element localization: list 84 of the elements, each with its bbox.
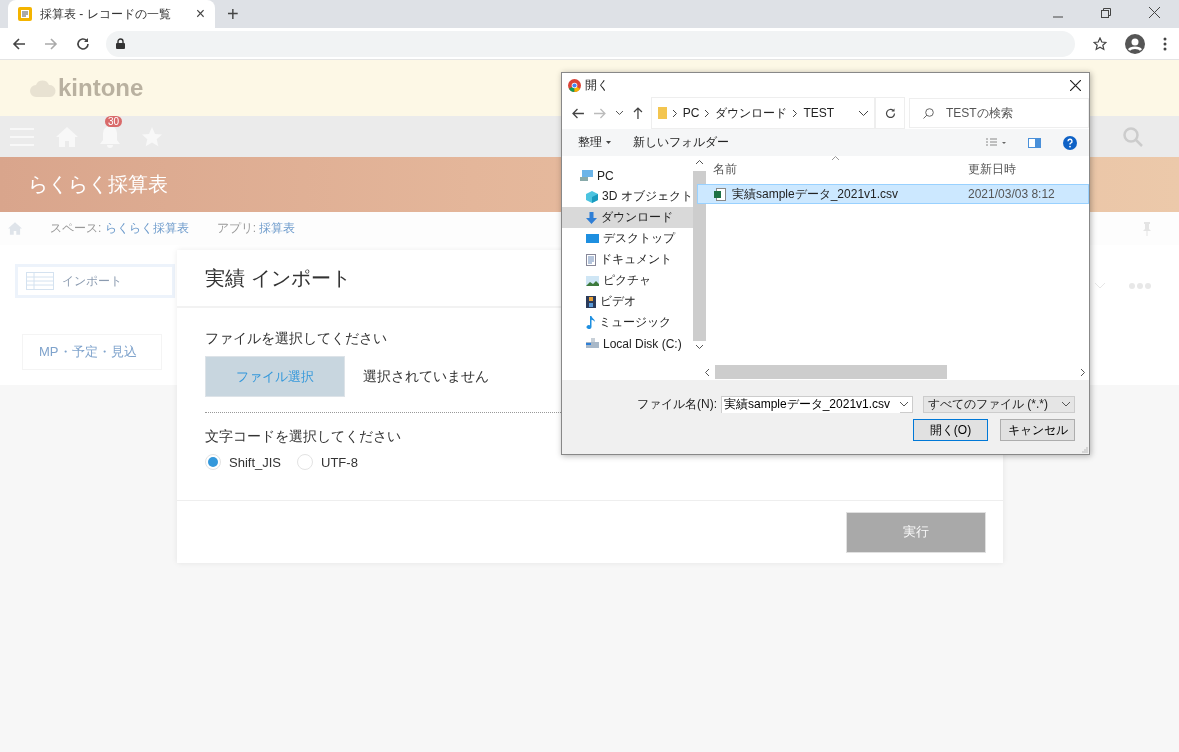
address-field[interactable] — [106, 30, 1075, 57]
file-row[interactable]: 実績sampleデータ_2021v1.csv 2021/03/03 8:12 — [697, 184, 1089, 204]
file-status: 選択されていません — [363, 367, 489, 386]
chevron-down-icon[interactable] — [859, 110, 869, 116]
cube-icon — [586, 190, 598, 203]
dialog-button[interactable]: キャンセル — [1000, 419, 1075, 441]
help-icon[interactable] — [1063, 135, 1077, 150]
notification-badge: 30 — [105, 115, 123, 127]
sidebar-item[interactable]: デスクトップ — [562, 228, 693, 249]
desktop-icon — [586, 233, 599, 244]
folder-icon — [657, 107, 667, 119]
scroll-up-icon[interactable] — [695, 160, 703, 164]
filename-label: ファイル名(N): — [637, 396, 717, 413]
address-field[interactable]: PC ダウンロード TEST — [650, 97, 876, 129]
account-icon[interactable] — [1125, 33, 1145, 54]
browser-logo-icon — [568, 78, 581, 92]
film-icon — [586, 295, 596, 308]
chevron-down-icon[interactable] — [615, 111, 623, 115]
menu-icon[interactable] — [1163, 36, 1167, 51]
table-icon — [26, 272, 54, 290]
dialog-title: 実績 インポート — [205, 265, 351, 291]
tab-title: 採算表 - レコードの一覧 — [40, 5, 172, 23]
back-icon[interactable] — [12, 36, 26, 51]
drive-icon — [586, 338, 599, 349]
bell-icon[interactable] — [100, 125, 120, 148]
close-tab-button[interactable]: × — [195, 5, 205, 23]
file-label: ファイルを選択してください — [205, 329, 387, 348]
column-header[interactable]: 名前 — [713, 160, 968, 178]
path-segment[interactable]: PC — [682, 106, 700, 120]
chevron-right-icon — [793, 109, 798, 117]
close-icon[interactable] — [1070, 79, 1081, 91]
reload-icon[interactable] — [76, 36, 90, 51]
resize-grip-icon[interactable] — [1082, 447, 1088, 453]
refresh-button[interactable] — [875, 97, 905, 129]
browser-tab[interactable]: 採算表 - レコードの一覧 × — [8, 0, 215, 28]
chevron-right-icon — [672, 109, 677, 117]
sidebar-item[interactable]: ドキュメント — [562, 249, 693, 270]
chevron-right-icon — [705, 109, 710, 117]
space-title: らくらく採算表 — [28, 172, 168, 197]
encoding-label: 文字コードを選択してください — [205, 427, 401, 446]
restore-icon[interactable] — [1101, 8, 1111, 18]
search-icon — [923, 108, 934, 119]
landscape-icon — [586, 275, 599, 286]
scroll-right-icon[interactable] — [1081, 368, 1085, 376]
kintone-logo: kintone — [58, 74, 144, 102]
new-tab-button[interactable]: + — [227, 3, 239, 25]
sidebar-item[interactable]: PC — [562, 165, 693, 186]
chevron-down-icon[interactable] — [1062, 402, 1070, 407]
sidebar-item[interactable]: 3D オブジェクト — [562, 186, 693, 207]
dialog-button[interactable]: 開く(O) — [913, 419, 988, 441]
search-field[interactable]: TESTの検索 — [909, 98, 1089, 128]
caret-icon — [606, 141, 611, 144]
down-arrow-icon — [586, 211, 597, 224]
chevron-down-icon[interactable] — [900, 402, 908, 407]
radio-label: UTF-8 — [321, 454, 358, 470]
sidebar-item[interactable]: Local Disk (C:) — [562, 333, 693, 354]
organize-menu[interactable]: 整理 — [578, 134, 611, 151]
spreadsheet-file-icon — [714, 187, 726, 201]
up-arrow-icon[interactable] — [632, 107, 643, 119]
column-header[interactable]: 更新日時 — [968, 160, 1016, 178]
radio-label: Shift_JIS — [229, 454, 282, 470]
sort-caret-icon — [832, 156, 839, 160]
sidebar-item[interactable]: ビデオ — [562, 291, 693, 312]
sidebar-item[interactable]: ミュージック — [562, 312, 693, 333]
sidebar-item[interactable]: ピクチャ — [562, 270, 693, 291]
filename-field[interactable]: 実績sampleデータ_2021v1.csv — [721, 396, 913, 413]
refresh-icon — [884, 107, 896, 119]
lock-icon — [116, 38, 125, 49]
path-segment[interactable]: ダウンロード — [715, 104, 788, 122]
window-title: 開く — [585, 76, 609, 94]
preview-pane-icon[interactable] — [1028, 137, 1041, 148]
scroll-down-icon[interactable] — [695, 345, 703, 349]
scroll-left-icon[interactable] — [705, 368, 709, 376]
close-icon[interactable] — [1149, 7, 1160, 18]
star-icon[interactable] — [1093, 36, 1107, 51]
spreadsheet-icon — [18, 7, 32, 21]
file-type-dropdown[interactable]: すべてのファイル (*.*) — [923, 396, 1075, 413]
music-note-icon — [586, 316, 595, 329]
computer-icon — [580, 170, 593, 181]
back-icon[interactable] — [572, 107, 584, 119]
document-icon — [586, 253, 596, 266]
sidebar-item[interactable]: ダウンロード — [562, 207, 693, 228]
path-segment[interactable]: TEST — [803, 106, 835, 120]
new-folder-button[interactable]: 新しいフォルダー — [633, 134, 729, 151]
